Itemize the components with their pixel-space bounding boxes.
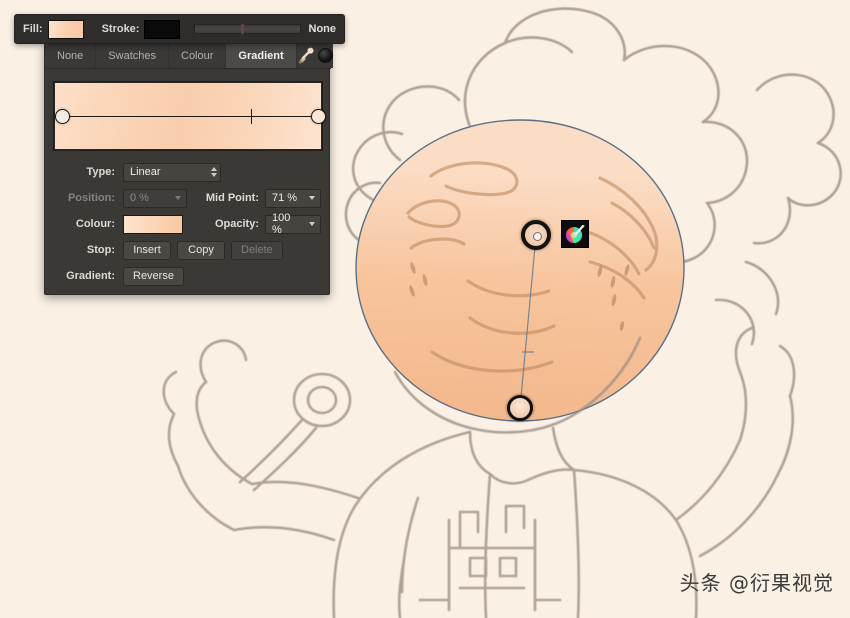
tab-none-label: None (57, 49, 84, 62)
tab-colour-label: Colour (181, 49, 214, 62)
stop-copy-button[interactable]: Copy (177, 240, 225, 260)
position-field[interactable]: 0 % (123, 188, 187, 208)
stop-copy-label: Copy (188, 244, 214, 256)
tab-swatches-label: Swatches (108, 49, 156, 62)
gradient-label: Gradient: (66, 270, 115, 282)
tab-gradient-label: Gradient (238, 49, 284, 62)
type-stepper-icon (211, 167, 217, 177)
fill-stroke-toolbar: Fill: Stroke: None (14, 14, 345, 44)
gradient-stop-start[interactable] (54, 108, 70, 124)
position-value: 0 % (130, 192, 149, 204)
stop-colour-swatch[interactable] (123, 214, 183, 234)
midpoint-value: 71 % (272, 192, 298, 204)
fill-label: Fill: (23, 23, 43, 35)
stroke-label: Stroke: (101, 23, 140, 35)
type-label: Type: (86, 166, 115, 178)
stroke-swatch[interactable] (144, 19, 181, 39)
row-position-midpoint: Position: 0 % Mid Point: 71 % (45, 185, 331, 211)
midpoint-group: Mid Point: 71 % (205, 188, 331, 208)
row-stop: Stop: Insert Copy Delete (45, 237, 331, 263)
gradient-midpoint-marker[interactable] (251, 109, 252, 124)
row-colour-opacity: Colour: Opacity: 100 % (45, 211, 331, 237)
position-caret-icon (175, 196, 181, 200)
type-select[interactable]: Linear (123, 162, 221, 182)
midpoint-field[interactable]: 71 % (265, 188, 321, 208)
opacity-value: 100 % (272, 212, 291, 236)
colour-wheel-icon[interactable] (561, 220, 589, 248)
stop-insert-button[interactable]: Insert (123, 240, 171, 260)
midpoint-caret-icon (309, 196, 315, 200)
type-value: Linear (130, 166, 161, 178)
colour-panel[interactable]: None Swatches Colour Gradient Type: Line… (44, 42, 333, 295)
watermark: 头条 @衍果视觉 (679, 571, 834, 595)
midpoint-label: Mid Point: (205, 192, 259, 204)
tab-swatches[interactable]: Swatches (96, 43, 169, 68)
opacity-field[interactable]: 100 % (265, 212, 321, 236)
opacity-group: Opacity: 100 % (214, 212, 331, 236)
row-gradient: Gradient: Reverse (45, 263, 331, 289)
gradient-preview[interactable] (54, 83, 326, 149)
tab-colour[interactable]: Colour (169, 43, 227, 68)
colour-wheel-glyph (565, 224, 585, 244)
fill-swatch[interactable] (47, 19, 84, 39)
row-type: Type: Linear (45, 159, 331, 185)
gradient-preview-frame (53, 81, 326, 151)
gradient-reverse-button[interactable]: Reverse (123, 266, 184, 286)
opacity-label: Opacity: (214, 218, 259, 230)
stroke-width-slider[interactable] (194, 24, 301, 34)
colour-label: Colour: (75, 218, 115, 230)
current-colour-dot[interactable] (317, 48, 333, 63)
gradient-stop-end[interactable] (310, 108, 326, 124)
gradient-reverse-label: Reverse (133, 270, 174, 282)
position-label: Position: (67, 192, 115, 204)
stop-delete-label: Delete (241, 244, 273, 256)
stop-label: Stop: (86, 244, 115, 256)
panel-tab-bar: None Swatches Colour Gradient (45, 43, 333, 69)
gradient-options-form: Type: Linear Position: 0 % Mid Point: 71… (45, 159, 331, 289)
tab-gradient[interactable]: Gradient (226, 43, 297, 68)
stroke-width-slider-thumb[interactable] (241, 24, 245, 34)
gradient-start-handle[interactable] (521, 220, 551, 250)
stroke-none-label: None (308, 23, 337, 35)
selected-shape (355, 119, 685, 422)
eyedropper-icon[interactable] (297, 47, 315, 65)
stop-delete-button: Delete (231, 240, 283, 260)
panel-tool-icons (296, 43, 333, 68)
opacity-caret-icon (309, 222, 315, 226)
gradient-end-handle[interactable] (507, 395, 533, 421)
stop-insert-label: Insert (133, 244, 161, 256)
gradient-axis (61, 116, 315, 117)
tab-none[interactable]: None (45, 43, 97, 68)
